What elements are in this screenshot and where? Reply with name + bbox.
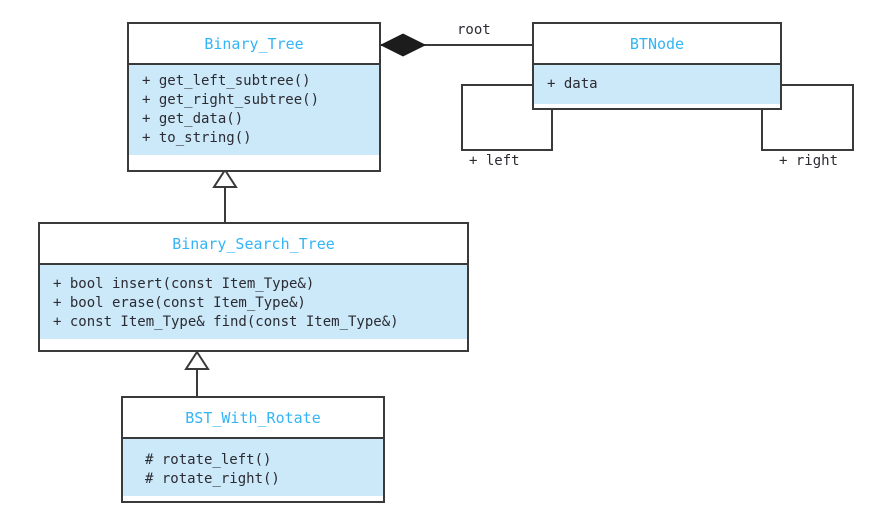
class-box-binary-search-tree[interactable]: Binary_Search_Tree + bool insert(const I… (38, 222, 469, 352)
member-row: + get_right_subtree() (142, 92, 320, 108)
class-members-binary-tree: + get_left_subtree() + get_right_subtree… (129, 65, 379, 155)
class-box-bst-with-rotate[interactable]: BST_With_Rotate # rotate_left() # rotate… (121, 396, 385, 503)
generalization-bst-to-binary-tree-connector (212, 168, 238, 222)
class-header-bst-with-rotate: BST_With_Rotate (123, 398, 383, 439)
class-name-binary-tree: Binary_Tree (204, 34, 304, 53)
class-name-btnode: BTNode (629, 34, 685, 53)
class-box-btnode[interactable]: BTNode + data (532, 22, 782, 110)
member-row: + bool insert(const Item_Type&) (53, 276, 315, 292)
class-name-bst-with-rotate: BST_With_Rotate (185, 408, 321, 427)
class-name-binary-search-tree: Binary_Search_Tree (172, 234, 335, 253)
member-row: + bool erase(const Item_Type&) (53, 295, 306, 311)
edge-label-right: + right (779, 153, 839, 169)
uml-class-diagram: Binary_Tree + get_left_subtree() + get_r… (0, 0, 885, 521)
class-header-binary-tree: Binary_Tree (129, 24, 379, 65)
member-row: + to_string() (142, 130, 252, 146)
class-header-binary-search-tree: Binary_Search_Tree (40, 224, 467, 265)
member-row: + get_left_subtree() (142, 73, 311, 89)
class-header-btnode: BTNode (534, 24, 780, 65)
edge-label-left: + left (469, 153, 520, 169)
class-members-btnode: + data (534, 65, 780, 104)
member-row: + data (547, 76, 598, 92)
class-members-bst-with-rotate: # rotate_left() # rotate_right() (123, 439, 383, 496)
generalization-rotate-to-bst-connector (184, 350, 210, 396)
class-members-binary-search-tree: + bool insert(const Item_Type&) + bool e… (40, 265, 467, 339)
member-row: + get_data() (142, 111, 244, 127)
edge-label-root: root (457, 22, 491, 38)
class-box-binary-tree[interactable]: Binary_Tree + get_left_subtree() + get_r… (127, 22, 381, 172)
member-row: # rotate_right() (145, 471, 280, 487)
member-row: # rotate_left() (145, 452, 272, 468)
member-row: + const Item_Type& find(const Item_Type&… (53, 314, 399, 330)
